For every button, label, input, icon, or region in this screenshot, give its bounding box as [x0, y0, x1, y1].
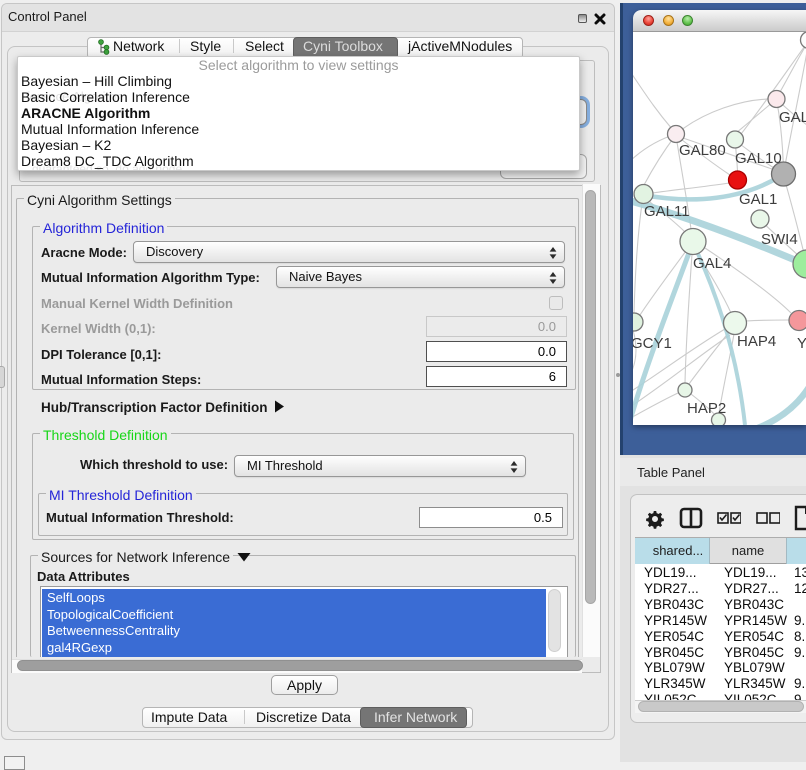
svg-text:GAL11: GAL11	[644, 203, 690, 220]
svg-text:SWI4: SWI4	[761, 231, 798, 248]
svg-text:GAL4: GAL4	[693, 255, 731, 272]
svg-text:GCY1: GCY1	[633, 335, 672, 352]
svg-text:HAP2: HAP2	[687, 400, 726, 417]
svg-text:HAP4: HAP4	[737, 333, 776, 350]
svg-text:GAL7: GAL7	[779, 109, 806, 126]
svg-text:GAL1: GAL1	[739, 191, 777, 208]
svg-text:YE: YE	[797, 335, 806, 352]
svg-text:GAL10: GAL10	[735, 150, 782, 167]
svg-text:GAL80: GAL80	[679, 142, 726, 159]
